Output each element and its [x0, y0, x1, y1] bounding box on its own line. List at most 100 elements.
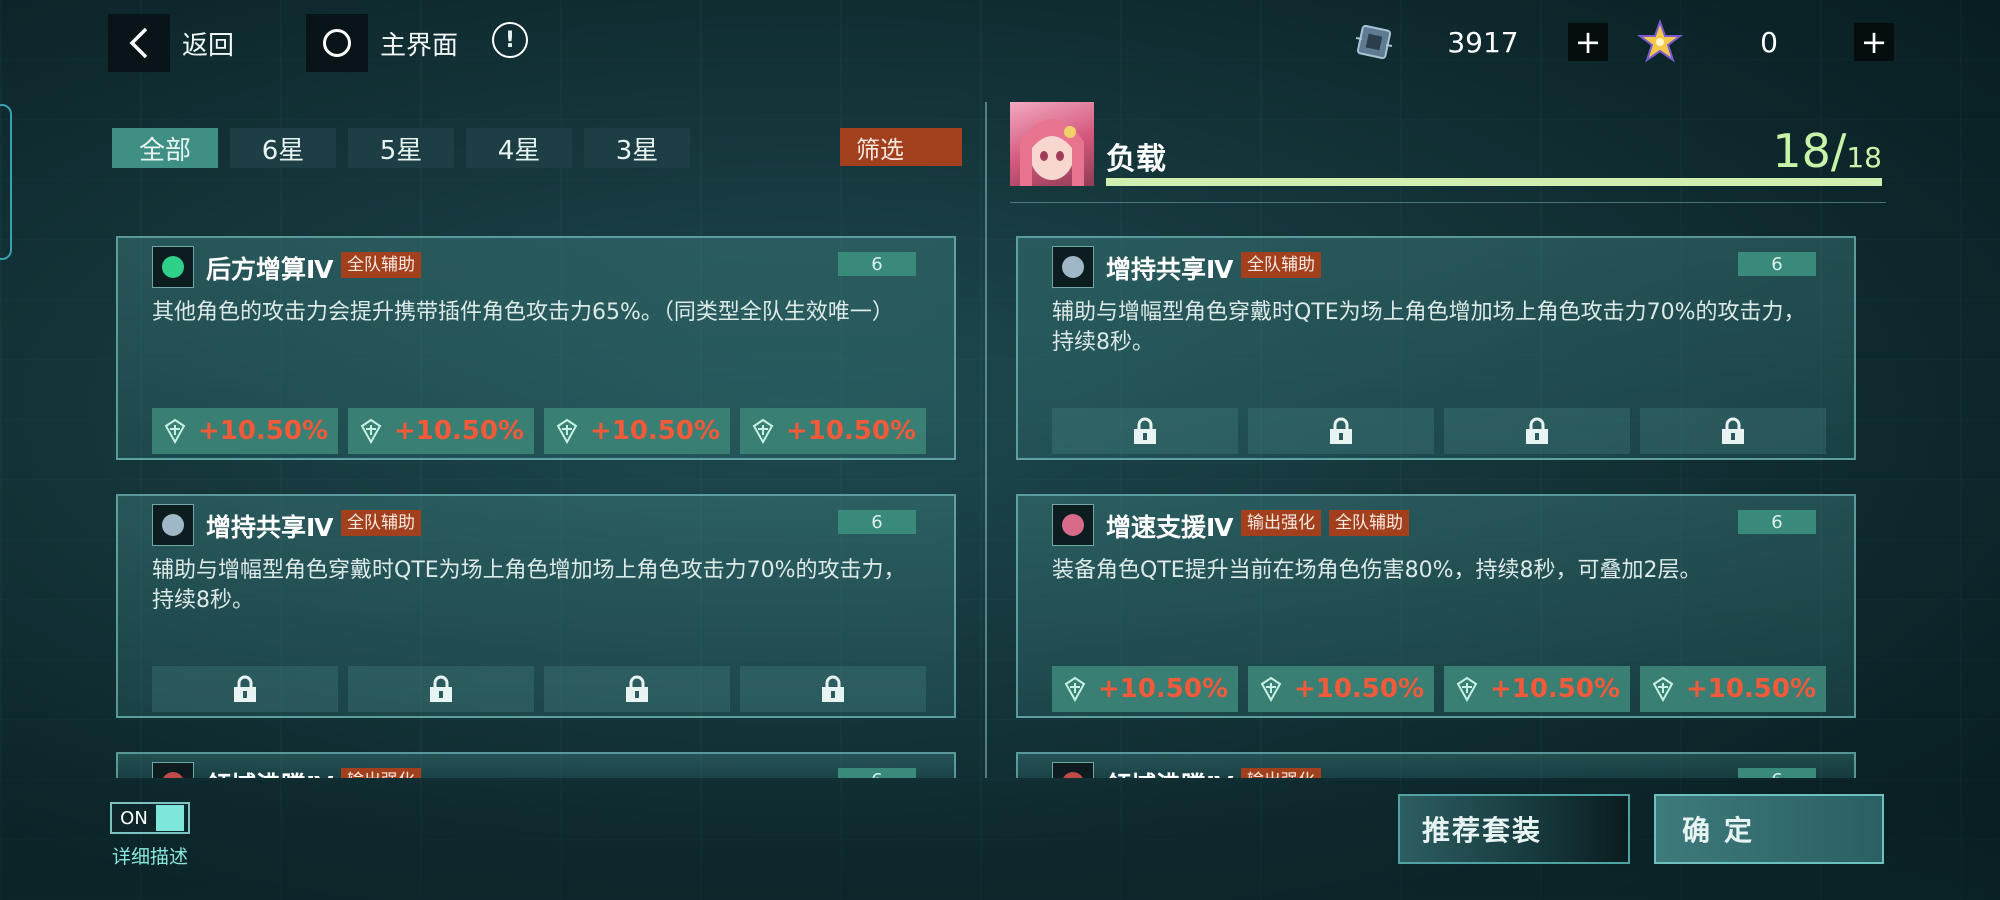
info-icon[interactable]: !: [492, 22, 528, 58]
chip-title: 后方增算Ⅳ: [206, 255, 334, 284]
home-button[interactable]: 主界面: [306, 14, 458, 72]
detail-toggle-label: 详细描述: [112, 846, 189, 868]
inventory-card-1[interactable]: 增持共享Ⅳ 全队辅助 6 辅助与增幅型角色穿戴时QTE为场上角色增加场上角色攻击力70…: [116, 494, 956, 718]
tab-1[interactable]: 6星: [230, 128, 336, 168]
attack-stat-icon: [556, 418, 578, 444]
chip-slots: +10.50% +10.50% +10.50% +10.50%: [1052, 666, 1826, 712]
filter-button[interactable]: 筛选: [840, 128, 962, 166]
chip-description: 辅助与增幅型角色穿戴时QTE为场上角色增加场上角色攻击力70%的攻击力，持续8秒…: [152, 558, 906, 613]
stat-value: +10.50%: [1489, 674, 1621, 704]
chip-tags: 输出强化 全队辅助: [1241, 510, 1409, 536]
stat-slot: +10.50%: [740, 408, 926, 454]
lock-icon: [626, 675, 648, 702]
back-button[interactable]: 返回: [108, 14, 234, 72]
locked-slot: [1444, 408, 1630, 454]
attack-stat-icon: [164, 418, 186, 444]
add-star-currency-button[interactable]: +: [1854, 23, 1894, 61]
chip-icon: [1052, 762, 1094, 778]
chip-title: 增持共享Ⅳ: [206, 513, 334, 542]
chip-currency-icon: [1355, 24, 1393, 60]
locked-slot: [544, 666, 730, 712]
tab-4[interactable]: 3星: [584, 128, 690, 168]
inventory-card-2[interactable]: 领域沸腾Ⅳ 输出强化 6: [116, 752, 956, 778]
load-value: 18/18: [1772, 124, 1882, 178]
locked-slot: [1248, 408, 1434, 454]
stat-value: +10.50%: [393, 416, 525, 446]
chip-tags: 输出强化: [1241, 768, 1321, 778]
chip-title: 增持共享Ⅳ: [1106, 255, 1234, 284]
load-bar-fill: [1106, 178, 1882, 186]
lock-icon: [430, 675, 452, 702]
chip-title: 领域沸腾Ⅳ: [1106, 766, 1233, 778]
home-label: 主界面: [380, 30, 459, 61]
panel-divider: [985, 102, 987, 778]
chip-icon: [152, 504, 194, 546]
locked-slot: [740, 666, 926, 712]
chip-tag: 全队辅助: [1241, 252, 1321, 278]
tab-3[interactable]: 4星: [466, 128, 572, 168]
attack-stat-icon: [752, 418, 774, 444]
detail-toggle[interactable]: ON: [110, 802, 190, 834]
stat-slot: +10.50%: [1248, 666, 1434, 712]
stat-value: +10.50%: [785, 416, 917, 446]
chip-tags: 全队辅助: [341, 252, 421, 278]
locked-slot: [1640, 408, 1826, 454]
attack-stat-icon: [360, 418, 382, 444]
chip-rank-badge: 6: [838, 510, 916, 534]
chip-rank-badge: 6: [1738, 768, 1816, 778]
chip-icon-core: [1062, 514, 1084, 536]
rarity-tabs: 全部 6星 5星 4星 3星: [112, 128, 690, 168]
chip-tags: 全队辅助: [341, 510, 421, 536]
recommend-set-button[interactable]: 推荐套装: [1398, 794, 1630, 864]
chip-icon: [1052, 246, 1094, 288]
chip-slots: +10.50% +10.50% +10.50% +10.50%: [152, 408, 926, 454]
lock-icon: [1134, 417, 1156, 444]
chip-currency-value: 3917: [1447, 25, 1519, 59]
lock-icon: [1330, 417, 1352, 444]
chip-slots: [152, 666, 926, 712]
loadout-card-1[interactable]: 增速支援Ⅳ 输出强化 全队辅助 6 装备角色QTE提升当前在场角色伤害80%，持续8秒，…: [1016, 494, 1856, 718]
loadout-card-0[interactable]: 增持共享Ⅳ 全队辅助 6 辅助与增幅型角色穿戴时QTE为场上角色增加场上角色攻击力70…: [1016, 236, 1856, 460]
confirm-button[interactable]: 确定: [1654, 794, 1884, 864]
chevron-left-icon: [108, 14, 170, 72]
stat-value: +10.50%: [1685, 674, 1817, 704]
locked-slot: [152, 666, 338, 712]
stat-slot: +10.50%: [1444, 666, 1630, 712]
tab-2[interactable]: 5星: [348, 128, 454, 168]
chip-icon-core: [1062, 772, 1084, 778]
lock-icon: [822, 675, 844, 702]
chip-tag: 全队辅助: [1329, 510, 1409, 536]
loadout-card-2[interactable]: 领域沸腾Ⅳ 输出强化 6: [1016, 752, 1856, 778]
add-chip-currency-button[interactable]: +: [1568, 23, 1608, 61]
chip-icon-core: [162, 256, 184, 278]
load-current: 18/: [1772, 124, 1847, 178]
chip-tag: 输出强化: [1241, 768, 1321, 778]
tab-0[interactable]: 全部: [112, 128, 218, 168]
chip-description: 装备角色QTE提升当前在场角色伤害80%，持续8秒，可叠加2层。: [1052, 558, 1702, 583]
chip-icon: [152, 762, 194, 778]
side-drawer-handle[interactable]: [0, 104, 12, 260]
lock-icon: [1526, 417, 1548, 444]
stat-value: +10.50%: [1097, 674, 1229, 704]
back-label: 返回: [182, 30, 235, 61]
stat-slot: +10.50%: [1640, 666, 1826, 712]
inventory-card-0[interactable]: 后方增算Ⅳ 全队辅助 6 其他角色的攻击力会提升携带插件角色攻击力65%。（同类型全队…: [116, 236, 956, 460]
chip-icon-core: [162, 514, 184, 536]
chip-tag: 全队辅助: [341, 510, 421, 536]
attack-stat-icon: [1456, 676, 1478, 702]
star-currency-value: 0: [1760, 25, 1778, 59]
header-underline: [1010, 202, 1886, 203]
chip-rank-badge: 6: [1738, 510, 1816, 534]
attack-stat-icon: [1064, 676, 1086, 702]
home-ring-icon: [306, 14, 368, 72]
locked-slot: [1052, 408, 1238, 454]
load-max: 18: [1846, 141, 1882, 174]
chip-tag: 全队辅助: [341, 252, 421, 278]
stat-slot: +10.50%: [152, 408, 338, 454]
chip-icon-core: [162, 772, 184, 778]
chip-title: 增速支援Ⅳ: [1106, 513, 1234, 542]
chip-tags: 输出强化: [341, 768, 421, 778]
chip-description: 辅助与增幅型角色穿戴时QTE为场上角色增加场上角色攻击力70%的攻击力，持续8秒…: [1052, 300, 1806, 355]
chip-tag: 输出强化: [1241, 510, 1321, 536]
chip-icon: [152, 246, 194, 288]
